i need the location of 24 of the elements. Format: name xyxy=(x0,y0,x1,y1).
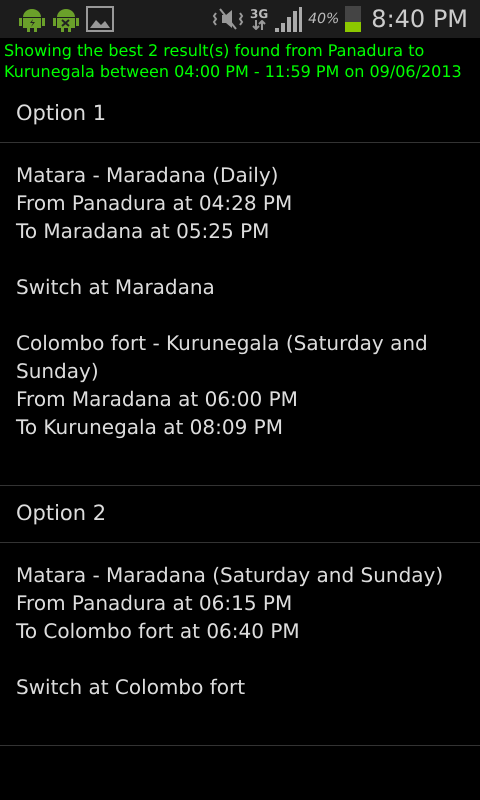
route-text: To Maradana at 05:25 PM xyxy=(16,218,270,245)
route-text: To Colombo fort at 06:40 PM xyxy=(16,618,301,645)
battery-icon xyxy=(345,6,362,32)
battery-percent: 40% xyxy=(308,11,340,27)
android-icon xyxy=(52,6,80,32)
signal-icon xyxy=(274,6,302,32)
clock: 8:40 PM xyxy=(371,5,468,33)
data-arrows-icon xyxy=(252,20,266,30)
route-text: Switch at Maradana xyxy=(16,274,216,301)
route-text: Matara - Maradana (Saturday and Sunday) xyxy=(16,562,444,589)
mute-vibrate-icon xyxy=(212,7,244,31)
results-summary: Showing the best 2 result(s) found from Panadura to Kurunegala between 04:00 PM - 11:59 PM on 09/06/2013 xyxy=(3,40,463,83)
route-text: From Panadura at 06:15 PM xyxy=(16,590,294,617)
image-icon xyxy=(86,6,114,32)
route-text: Switch at Colombo fort xyxy=(16,674,246,701)
android-icon xyxy=(18,6,46,32)
route-text: To Kurunegala at 08:09 PM xyxy=(16,414,284,441)
option-header[interactable]: Option 1 xyxy=(0,86,480,143)
route-text: From Panadura at 04:28 PM xyxy=(16,190,294,217)
option-header[interactable]: Option 2 xyxy=(0,486,480,543)
route-text: Matara - Maradana (Daily) xyxy=(16,162,280,189)
route-text: From Maradana at 06:00 PM xyxy=(16,386,299,413)
network-type: 3G xyxy=(250,8,268,20)
route-text: Colombo fort - Kurunegala (Saturday and Sunday) xyxy=(16,330,429,385)
